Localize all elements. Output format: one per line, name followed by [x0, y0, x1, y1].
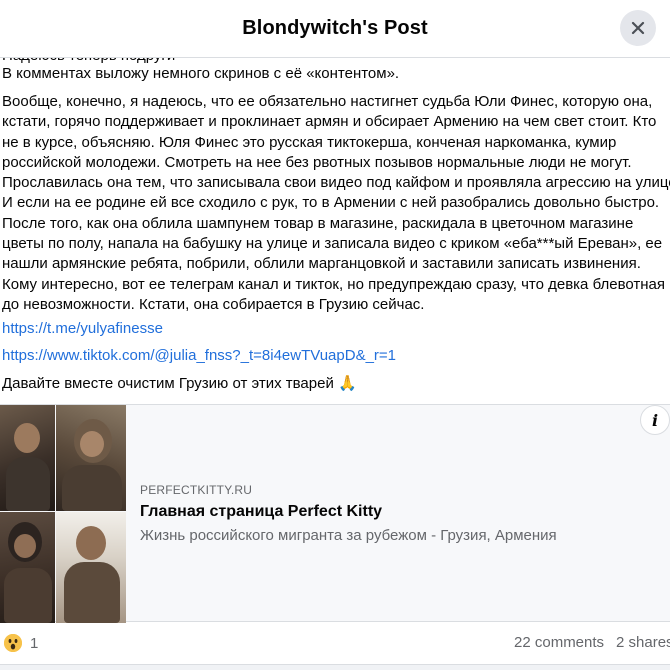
- post-body: Надеюсь теперь подруги В комментах вылож…: [0, 58, 670, 624]
- link-preview-text[interactable]: PERFECTKITTY.RU Главная страница Perfect…: [140, 483, 557, 544]
- paragraph-line: нашли армянские ребята, побрили, облили …: [2, 255, 641, 273]
- tiktok-link[interactable]: https://www.tiktok.com/@julia_fnss?_t=8i…: [2, 346, 396, 366]
- info-icon[interactable]: i: [640, 405, 670, 435]
- preview-image-4: [56, 512, 126, 623]
- paragraph-line: Вообще, конечно, я надеюсь, что ее обяза…: [2, 93, 653, 110]
- footer-divider: [0, 664, 670, 670]
- paragraph-line: После того, как она облила шампунем това…: [2, 214, 634, 232]
- shares-count-link[interactable]: 2 shares: [616, 634, 670, 651]
- post-text-line: В комментах выложу немного скринов с её …: [2, 65, 400, 82]
- post-paragraph: Вообще, конечно, я надеюсь, что ее обяза…: [2, 92, 670, 315]
- link-preview-domain: PERFECTKITTY.RU: [140, 483, 253, 497]
- paragraph-line: цветы по полу, напала на бабушку на улиц…: [2, 235, 663, 253]
- paragraph-line: не в курсе, объясняю. Юля Финес это русс…: [2, 133, 617, 151]
- preview-image-1: [0, 405, 55, 511]
- telegram-link[interactable]: https://t.me/yulyafinesse: [2, 319, 163, 339]
- preview-image-2: [56, 405, 126, 511]
- comments-count-link[interactable]: 22 comments: [514, 634, 604, 651]
- paragraph-line: российской молодежи. Смотреть на нее без…: [2, 153, 632, 171]
- reactions-summary[interactable]: 1: [4, 634, 38, 652]
- paragraph-line: до невозможности. Кстати, она собирается…: [2, 295, 425, 313]
- post-dialog-header: Blondywitch's Post: [0, 0, 670, 58]
- post-closing-line: Давайте вместе очистим Грузию от этих тв…: [2, 375, 357, 392]
- post-footer: 1 22 comments 2 shares: [0, 624, 670, 670]
- link-preview-card[interactable]: PERFECTKITTY.RU Главная страница Perfect…: [0, 404, 670, 623]
- dialog-title: Blondywitch's Post: [242, 17, 428, 39]
- paragraph-line: Прославилась она тем, что записывала сво…: [2, 174, 670, 192]
- paragraph-line: И если на ее родине ей все сходило с рук…: [2, 194, 660, 212]
- paragraph-line: Кому интересно, вот ее телеграм канал и …: [2, 275, 666, 293]
- preview-image-3: [0, 512, 55, 623]
- link-preview-description: Жизнь российского мигранта за рубежом - …: [140, 527, 557, 544]
- link-preview-image-collage[interactable]: [0, 405, 126, 623]
- close-icon: [631, 21, 645, 35]
- paragraph-line: кстати, горячо поддерживает и проклинает…: [2, 113, 657, 131]
- link-preview-title[interactable]: Главная страница Perfect Kitty: [140, 503, 557, 521]
- close-button[interactable]: [620, 10, 656, 46]
- reaction-count: 1: [30, 634, 39, 652]
- wow-reaction-icon: [4, 634, 22, 652]
